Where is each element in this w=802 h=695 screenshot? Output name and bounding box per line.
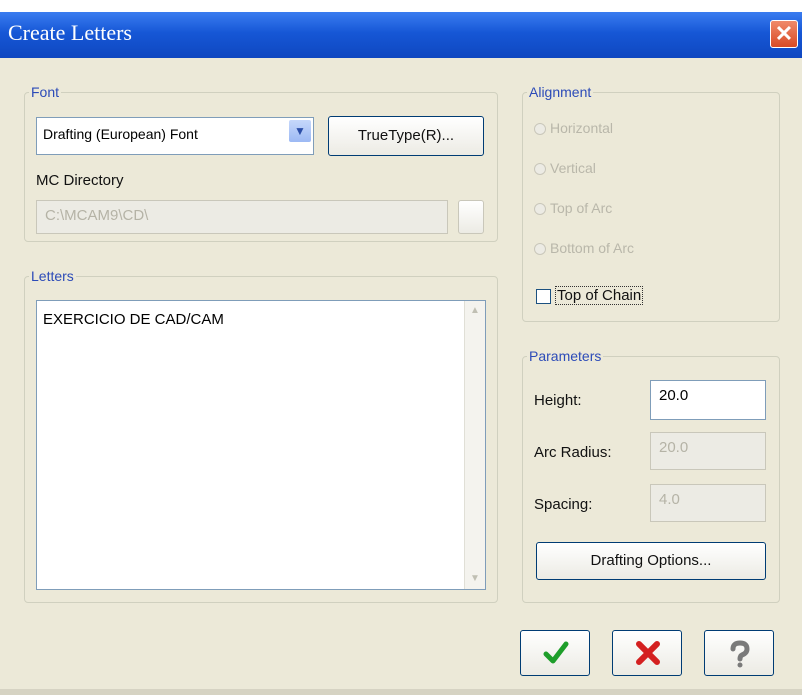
spacing-input: 4.0 [650,484,766,522]
cancel-x-icon [636,641,660,665]
letters-textarea[interactable]: EXERCICIO DE CAD/CAM ▲ ▼ [36,300,486,590]
letters-text: EXERCICIO DE CAD/CAM [43,311,224,328]
radio-top-of-arc: Top of Arc [534,200,612,216]
drafting-options-button[interactable]: Drafting Options... [536,542,766,580]
font-select-value: Drafting (European) Font [43,126,198,142]
radio-dot-icon [534,243,546,256]
radio-horizontal: Horizontal [534,120,613,136]
window-title: Create Letters [8,20,132,45]
ok-button[interactable] [520,630,590,676]
scroll-up-icon[interactable]: ▲ [467,303,483,319]
top-of-chain-label: Top of Chain [555,286,644,305]
cancel-button[interactable] [612,630,682,676]
truetype-button[interactable]: TrueType(R)... [328,116,484,156]
help-button[interactable] [704,630,774,676]
mc-directory-field: C:\MCAM9\CD\ [36,200,448,234]
parameters-group-legend: Parameters [529,348,602,364]
spacing-label: Spacing: [534,496,593,513]
radio-top-of-arc-label: Top of Arc [550,200,613,216]
close-icon: ✕ [774,21,794,46]
letters-scrollbar[interactable]: ▲ ▼ [464,301,485,589]
close-button[interactable]: ✕ [770,20,798,48]
radio-vertical-label: Vertical [550,160,596,176]
arc-radius-input: 20.0 [650,432,766,470]
mc-directory-label: MC Directory [36,172,124,189]
create-letters-dialog: Create Letters ✕ Font Drafting (European… [0,12,802,695]
scroll-down-icon[interactable]: ▼ [467,571,483,587]
browse-directory-button [458,200,484,234]
title-bar: Create Letters ✕ [0,12,802,58]
arc-radius-label: Arc Radius: [534,444,612,461]
chevron-down-icon[interactable]: ▼ [289,120,311,142]
font-group-legend: Font [31,84,60,100]
checkbox-icon[interactable] [536,288,551,304]
radio-bottom-of-arc: Bottom of Arc [534,240,634,256]
font-select[interactable]: Drafting (European) Font ▼ [36,117,314,155]
help-question-icon [730,640,750,668]
height-label: Height: [534,392,582,409]
radio-horizontal-label: Horizontal [550,120,614,136]
bottom-border [0,689,802,695]
radio-dot-icon [534,123,546,136]
top-of-chain-checkbox[interactable]: Top of Chain [536,286,644,305]
checkmark-icon [543,641,569,664]
height-input[interactable]: 20.0 [650,380,766,420]
alignment-group-legend: Alignment [529,84,592,100]
radio-bottom-of-arc-label: Bottom of Arc [550,240,635,256]
radio-dot-icon [534,203,546,216]
letters-group-legend: Letters [31,268,74,284]
radio-dot-icon [534,163,546,176]
radio-vertical: Vertical [534,160,596,176]
